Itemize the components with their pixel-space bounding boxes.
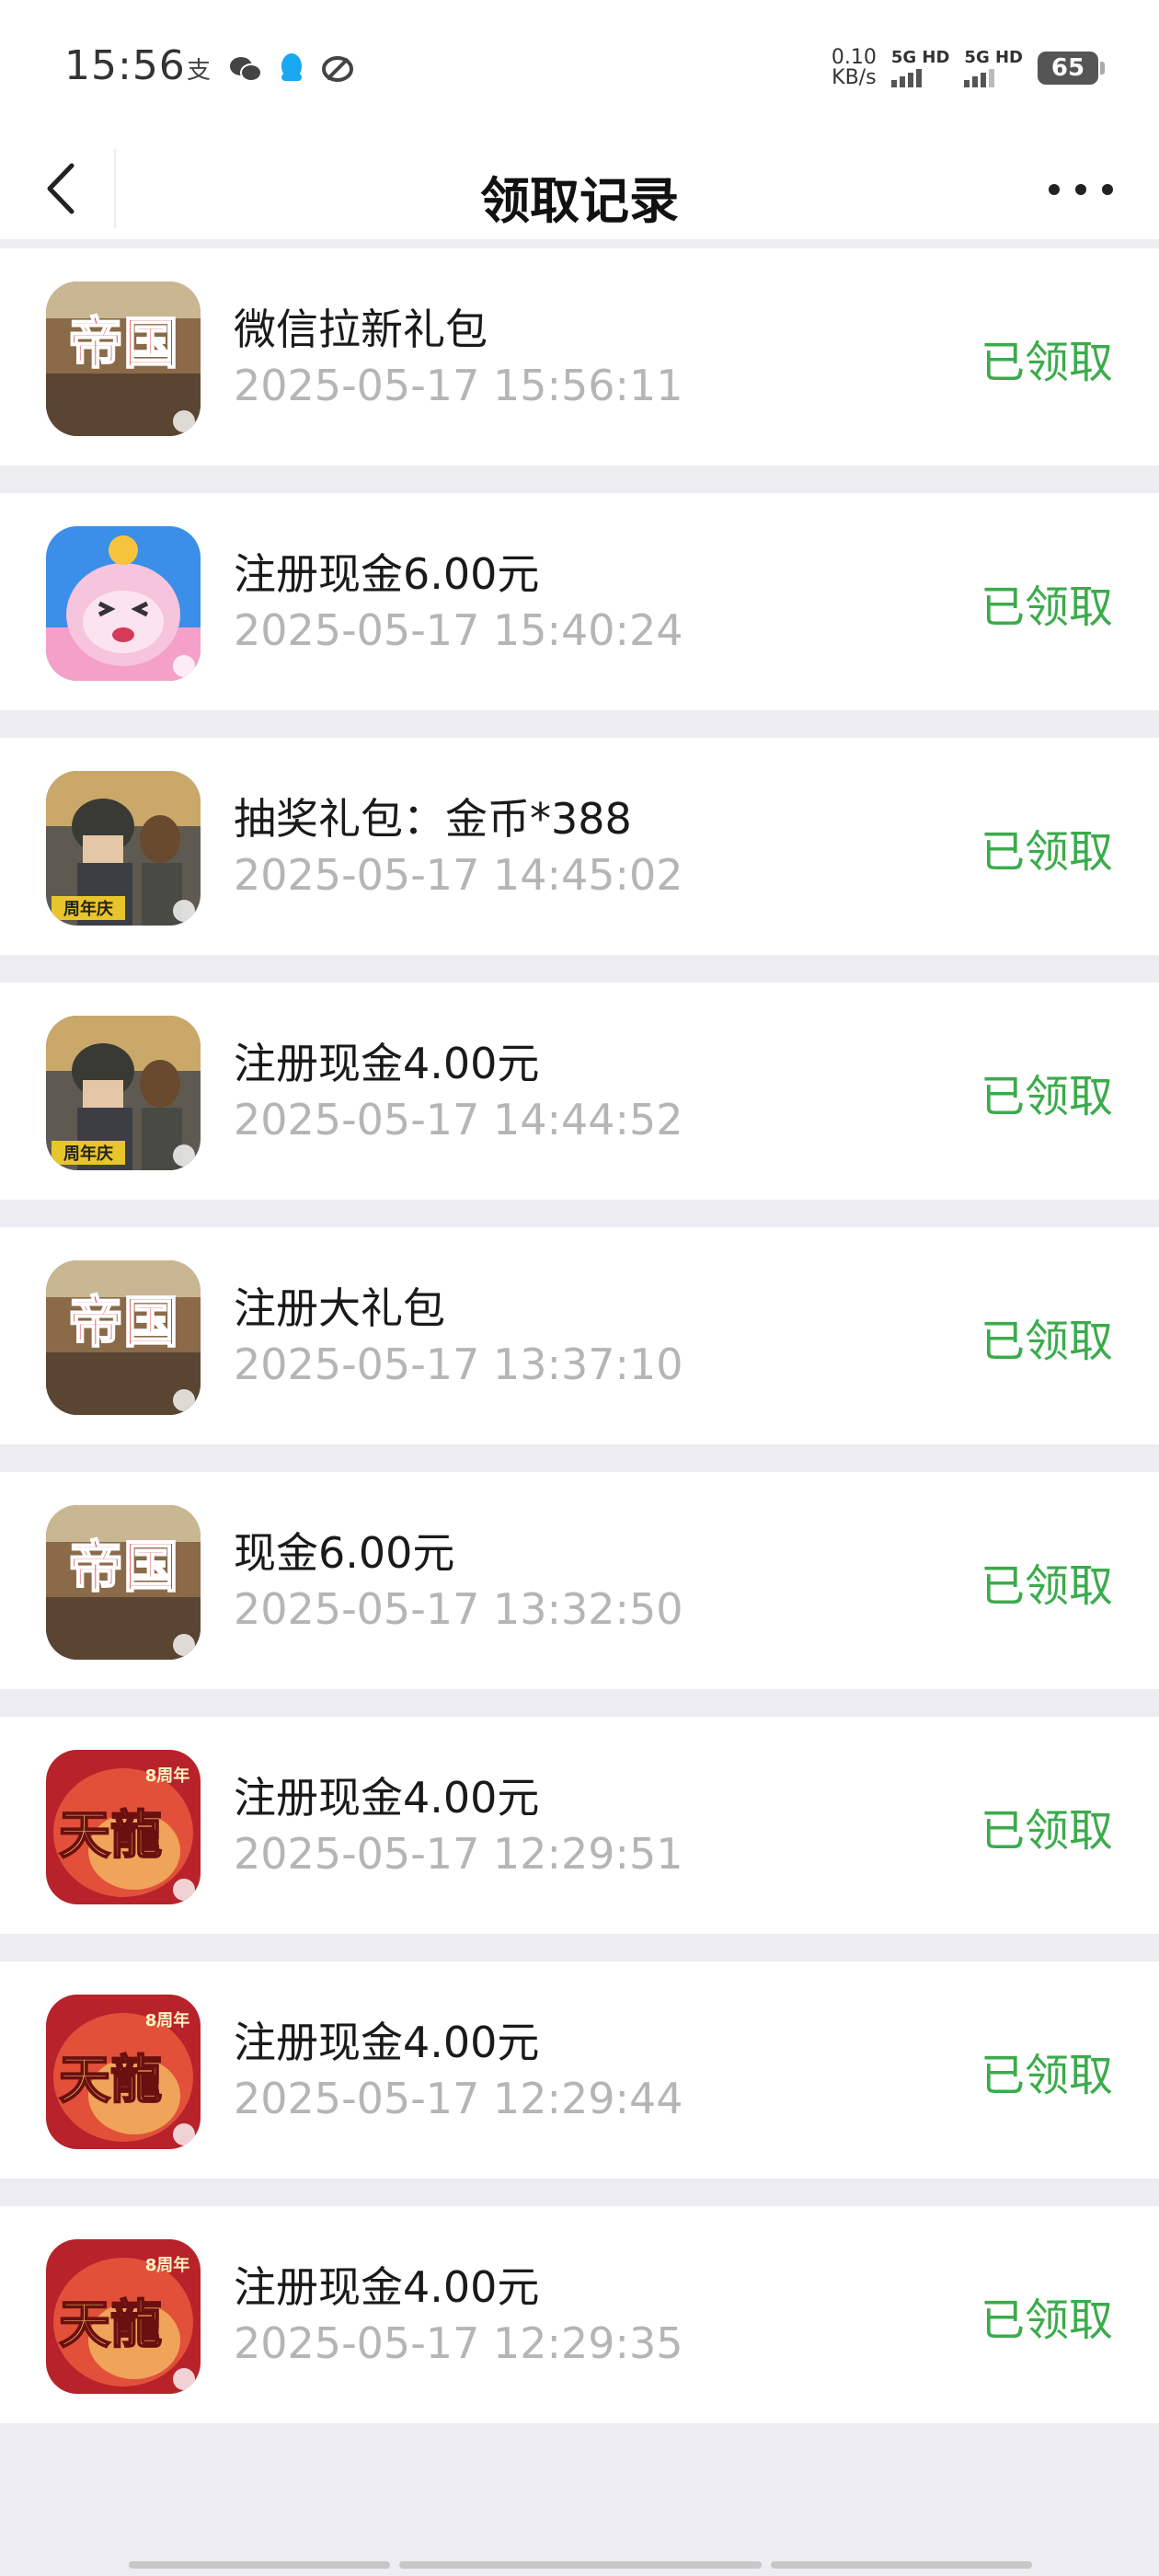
net-speed-unit: KB/s [832,66,877,89]
diguo-game-icon: 帝国 [46,1505,201,1660]
record-time: 2025-05-17 12:29:44 [234,2074,683,2123]
signal-sim2: 5G HD [964,49,1023,87]
svg-text:支: 支 [187,57,211,85]
svg-text:帝国: 帝国 [68,1535,178,1600]
record-status: 已领取 [980,1560,1113,1612]
record-item[interactable]: 周年庆 抽奖礼包：金币*388 2025-05-17 14:45:02 已领取 [0,738,1159,955]
signal-bars-icon [890,67,922,87]
record-item[interactable]: 天龍 8周年 注册现金4.00元 2025-05-17 12:29:44 已领取 [0,1961,1159,2179]
status-notification-icons: 支 [184,52,355,86]
record-item[interactable]: 帝国 注册大礼包 2025-05-17 13:37:10 已领取 [0,1227,1159,1444]
record-status: 已领取 [980,581,1113,633]
svg-text:帝国: 帝国 [68,312,178,376]
record-item[interactable]: 注册现金6.00元 2025-05-17 15:40:24 已领取 [0,493,1159,710]
more-dot-icon [1049,184,1060,195]
qq-icon [281,53,302,81]
record-time: 2025-05-17 14:44:52 [234,1095,683,1144]
record-title: 注册现金4.00元 [234,1039,540,1088]
record-title: 注册大礼包 [234,1283,445,1333]
signal-bars-icon [964,67,995,87]
svg-text:天龍: 天龍 [59,2294,162,2355]
svg-text:天龍: 天龍 [59,1805,162,1866]
record-item[interactable]: 帝国 微信拉新礼包 2025-05-17 15:56:11 已领取 [0,248,1159,466]
record-status: 已领取 [980,337,1113,388]
more-menu-button[interactable] [1049,178,1113,201]
svg-text:8周年: 8周年 [145,1765,190,1786]
page-title: 领取记录 [480,172,679,230]
record-list: 帝国 微信拉新礼包 2025-05-17 15:56:11 已领取 注册现金6.… [0,248,1159,2451]
record-item[interactable]: 天龍 8周年 注册现金4.00元 2025-05-17 12:29:35 已领取 [0,2206,1159,2423]
net-speed: 0.10 KB/s [832,48,877,88]
record-item[interactable]: 周年庆 注册现金4.00元 2025-05-17 14:44:52 已领取 [0,983,1159,1200]
pubg-game-icon: 周年庆 [46,1016,201,1170]
tianlong-game-icon: 天龍 8周年 [46,1995,201,2149]
record-status: 已领取 [980,1316,1113,1367]
record-title: 注册现金4.00元 [234,2262,540,2312]
record-item[interactable]: 天龍 8周年 注册现金4.00元 2025-05-17 12:29:51 已领取 [0,1717,1159,1934]
svg-text:天龍: 天龍 [59,2050,162,2110]
wechat-icon [230,57,262,82]
svg-text:帝国: 帝国 [68,1291,178,1355]
record-status: 已领取 [980,826,1113,878]
signal-sim1: 5G HD [890,48,950,87]
link-icon [322,56,353,82]
record-title: 注册现金6.00元 [234,549,540,599]
record-item[interactable]: 帝国 现金6.00元 2025-05-17 13:32:50 已领取 [0,1472,1159,1689]
record-title: 注册现金4.00元 [234,1773,540,1823]
record-time: 2025-05-17 13:32:50 [234,1584,683,1634]
home-indicator [129,2561,1032,2569]
record-time: 2025-05-17 15:56:11 [234,361,683,410]
record-time: 2025-05-17 14:45:02 [234,850,683,900]
record-status: 已领取 [980,1071,1113,1122]
diguo-game-icon: 帝国 [46,1260,201,1415]
record-time: 2025-05-17 13:37:10 [234,1340,683,1389]
record-time: 2025-05-17 15:40:24 [234,605,683,655]
diguo-game-icon: 帝国 [46,282,201,436]
svg-text:周年庆: 周年庆 [63,899,113,919]
cat-game-icon [46,526,201,681]
alipay-icon: 支 [187,57,211,85]
battery-icon: 65 [1038,52,1105,85]
navigation-bar: 领取记录 [0,138,1159,239]
record-time: 2025-05-17 12:29:51 [234,1829,683,1879]
svg-text:8周年: 8周年 [145,2255,190,2275]
record-status: 已领取 [980,2050,1113,2101]
tianlong-game-icon: 天龍 8周年 [46,1750,201,1904]
record-time: 2025-05-17 12:29:35 [234,2318,683,2368]
pubg-game-icon: 周年庆 [46,771,201,926]
tianlong-game-icon: 天龍 8周年 [46,2239,201,2394]
record-title: 现金6.00元 [234,1528,455,1578]
record-status: 已领取 [980,1805,1113,1857]
sim1-label: 5G HD [890,48,950,67]
more-dot-icon [1102,184,1113,195]
sim2-label: 5G HD [964,48,1023,67]
status-time: 15:56 [64,42,186,89]
record-status: 已领取 [980,2294,1113,2346]
net-speed-value: 0.10 [831,46,877,69]
svg-text:8周年: 8周年 [145,2010,190,2030]
svg-text:周年庆: 周年庆 [63,1144,113,1164]
more-dot-icon [1075,184,1086,195]
record-title: 抽奖礼包：金币*388 [234,794,632,844]
record-title: 注册现金4.00元 [234,2018,540,2067]
status-right-group: 0.10 KB/s 5G HD 5G HD 65 [832,48,1105,88]
status-bar: 15:56 支 0.10 KB/s 5G HD 5G HD 65 [0,0,1159,138]
record-title: 微信拉新礼包 [234,305,488,354]
